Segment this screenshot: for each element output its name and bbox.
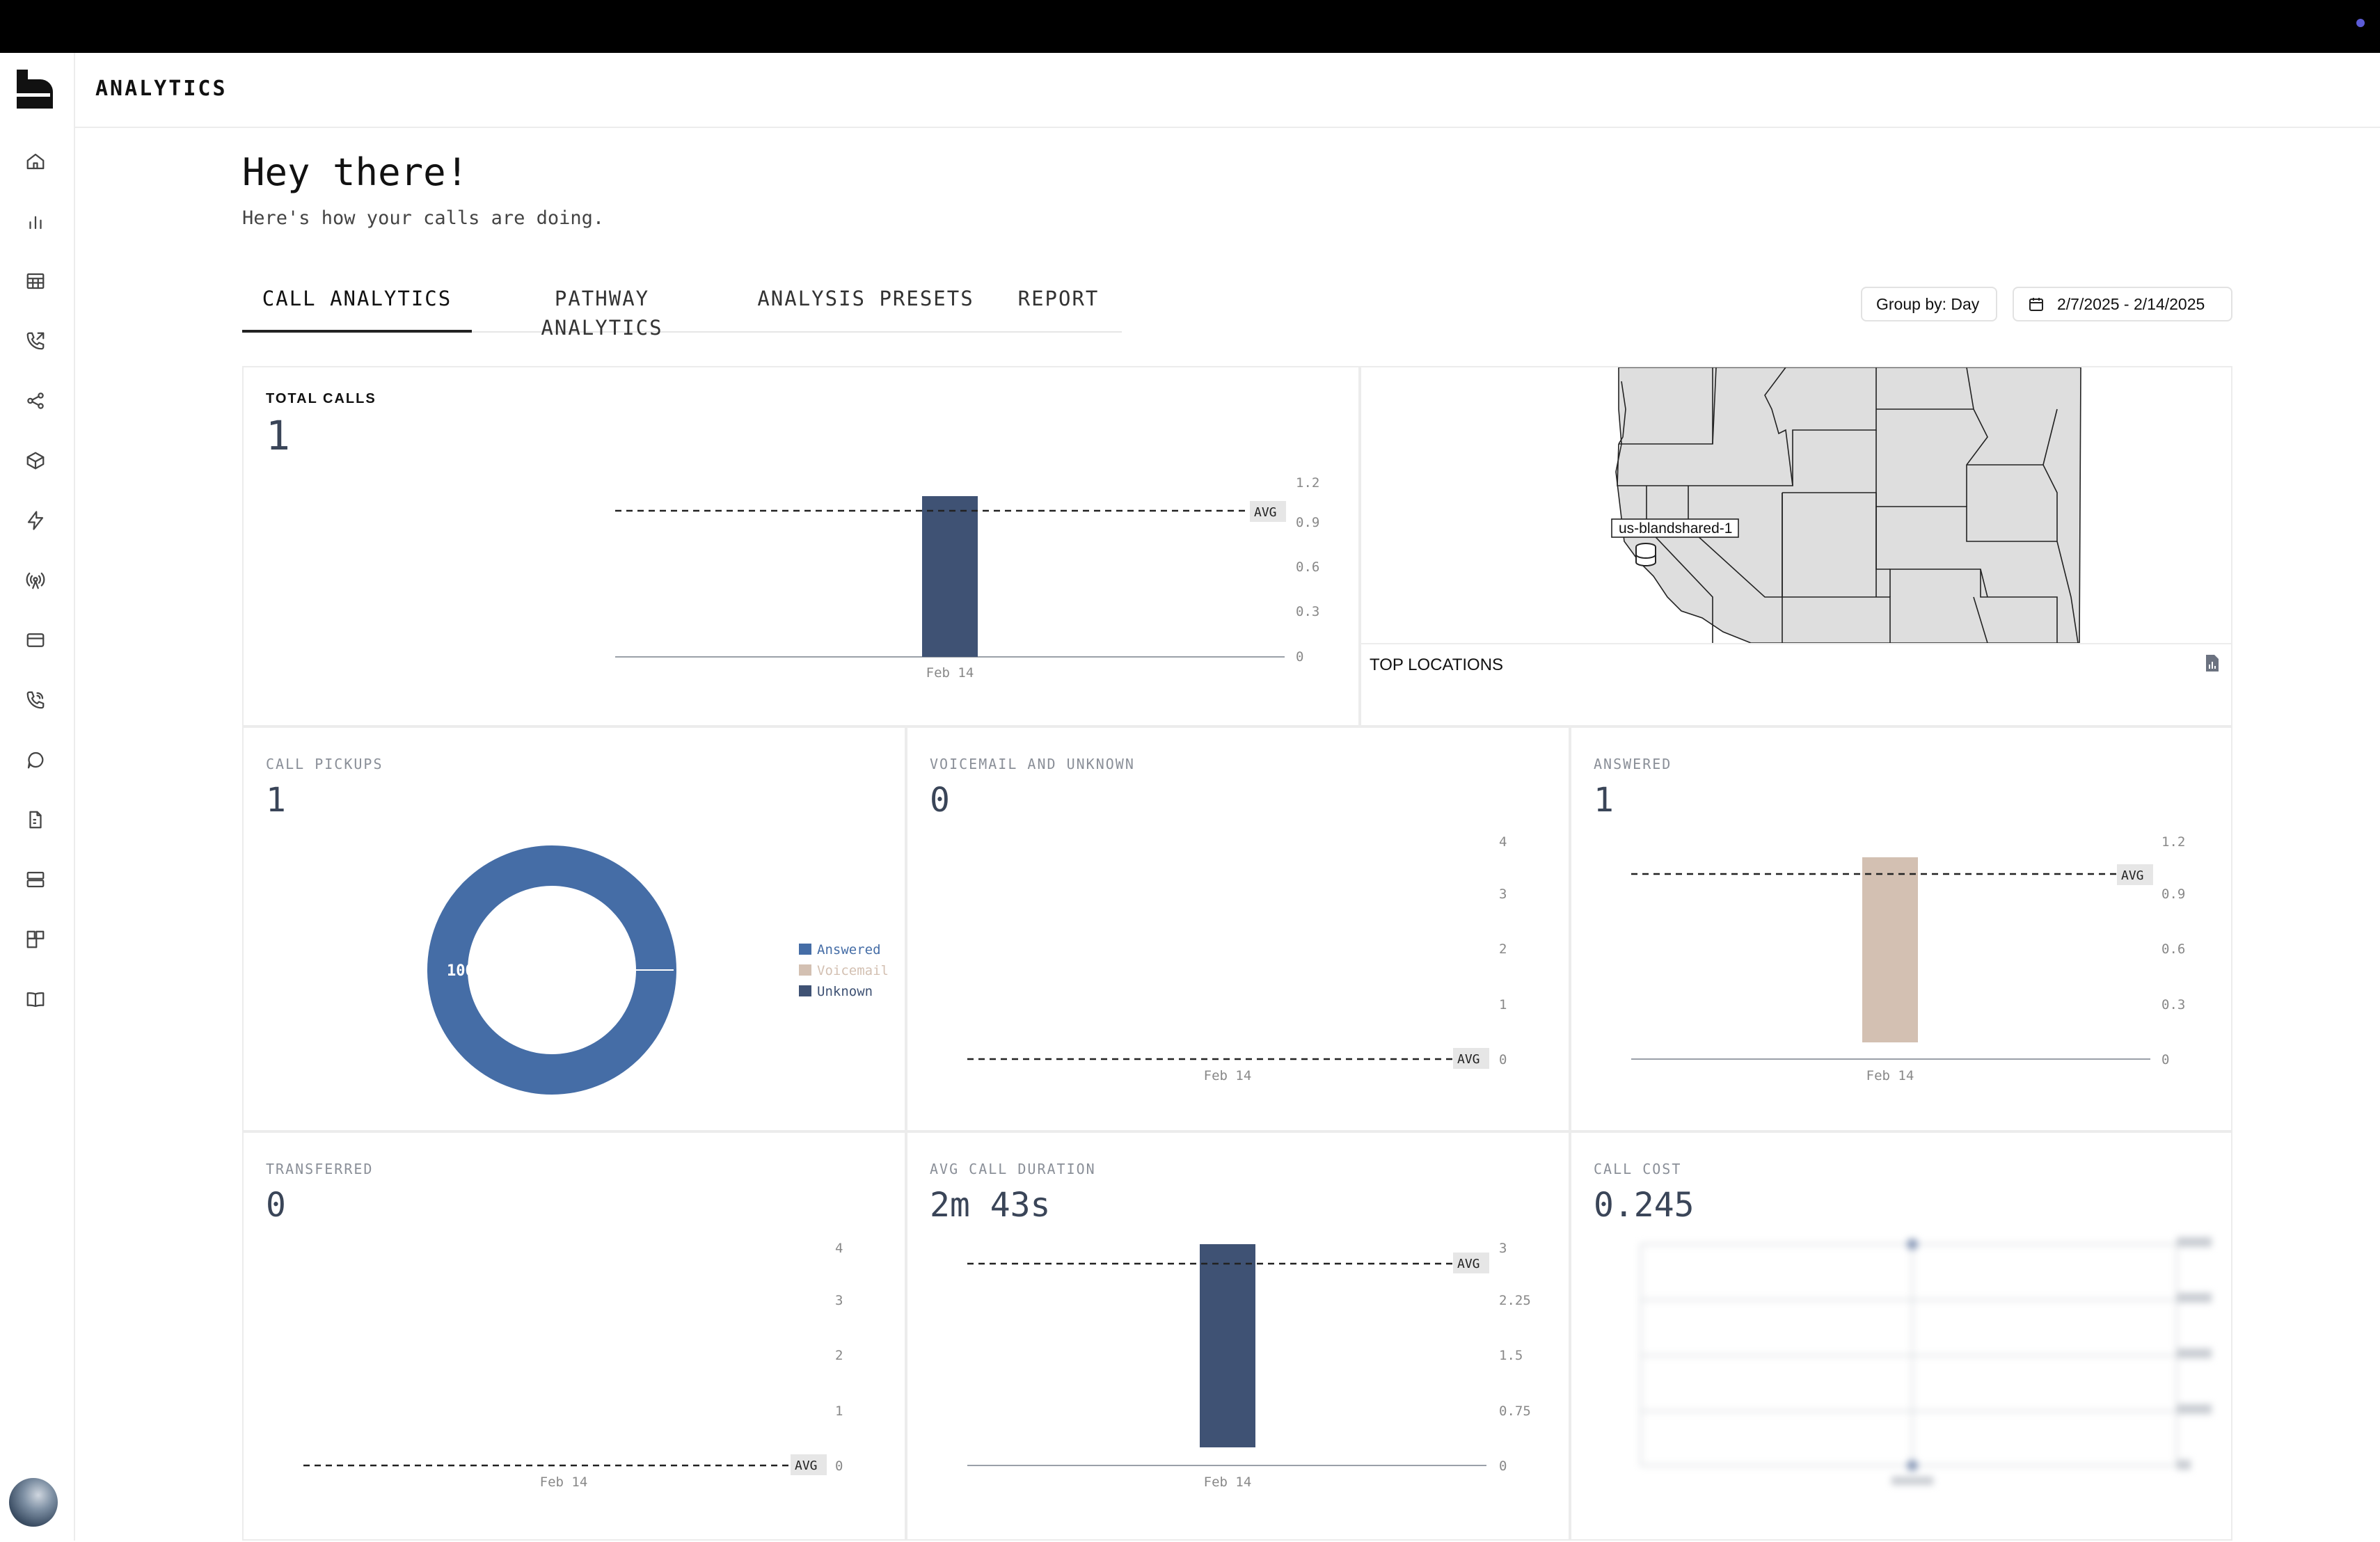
x-tick: Feb 14 [926,665,974,681]
x-tick: Feb 14 [1866,1068,1914,1083]
y-tick: 3 [835,1293,843,1308]
file-chart-icon[interactable] [2205,654,2220,672]
avg-label: AVG [1457,1257,1480,1271]
y-tick: 1.2 [1296,475,1319,491]
y-tick: 0 [2161,1052,2169,1067]
call-pickups-donut: 100% Answered Voicemail Unknown [427,845,889,1095]
server-icon[interactable] [22,866,49,893]
top-bar [0,0,2380,53]
tab-pathway-analytics[interactable]: PATHWAY ANALYTICS [487,284,717,340]
avg-label: AVG [1254,505,1277,520]
legend-unknown[interactable]: Unknown [817,984,873,999]
date-range-picker[interactable]: 2/7/2025 - 2/14/2025 [2013,287,2232,321]
greeting-subtitle: Here's how your calls are doing. [242,207,605,229]
analytics-tabs: CALL ANALYTICS PATHWAY ANALYTICS ANALYSI… [242,278,1122,340]
page-title: ANALYTICS [95,77,228,101]
y-tick: 0.3 [1296,604,1319,619]
answered-card: ANSWERED 1 AVG 1.2 0.9 0.6 0.3 0 Feb 14 [1570,726,2232,1131]
y-tick: 0 [1499,1052,1507,1067]
y-tick: 0 [1499,1458,1507,1474]
avg-label: AVG [795,1458,818,1473]
tab-analysis-presets[interactable]: ANALYSIS PRESETS [754,284,977,330]
y-tick: 0.6 [1296,559,1319,575]
total-calls-card: TOTAL CALLS 1 AVG 1.2 0.9 0.6 0.3 0 Feb … [242,366,1360,726]
total-calls-chart: AVG 1.2 0.9 0.6 0.3 0 Feb 14 [615,475,1319,681]
y-tick: 2 [835,1348,843,1363]
legend-swatch-voicemail [799,964,811,976]
answered-chart: AVG 1.2 0.9 0.6 0.3 0 Feb 14 [1631,834,2185,1083]
y-tick: 1.2 [2161,834,2185,850]
avg-label: AVG [1457,1052,1480,1067]
transferred-card: TRANSFERRED 0 AVG 4 3 2 1 0 Feb 14 [242,1131,906,1541]
bar-feb-14 [1200,1244,1255,1447]
y-tick: 0 [1296,649,1303,665]
x-tick: Feb 14 [540,1475,588,1490]
avg-call-duration-card: AVG CALL DURATION 2m 43s AVG 3 2.25 1.5 … [906,1131,1570,1541]
calendar-icon [2029,298,2043,311]
sidebar [0,53,75,1541]
database-marker-icon[interactable] [1635,543,1656,566]
box-icon[interactable] [22,447,49,475]
y-tick: 4 [1499,834,1507,850]
tab-report[interactable]: REPORT [1013,284,1104,330]
book-icon[interactable] [22,985,49,1013]
legend-swatch-answered [799,944,811,955]
bar-feb-14 [1862,857,1918,1042]
x-tick: Feb 14 [1204,1068,1252,1083]
us-map[interactable]: us-blandshared-1 [1361,367,2231,643]
call-pickups-card: CALL PICKUPS 1 100% Answered Voicemail U… [242,726,906,1131]
voicemail-unknown-chart: AVG 4 3 2 1 0 Feb 14 [967,834,1507,1083]
y-tick: 0.75 [1499,1404,1531,1419]
avg-label: AVG [2121,868,2144,883]
group-by-label: Group by: Day [1876,294,1980,313]
date-range-label: 2/7/2025 - 2/14/2025 [2057,294,2205,313]
y-tick: 0 [835,1458,843,1474]
y-tick: 3 [1499,887,1507,902]
slice-label: 100% [447,962,484,980]
y-tick: 0.3 [2161,997,2185,1012]
y-tick: 4 [835,1241,843,1256]
y-tick: 1 [835,1404,843,1419]
y-tick: 1.5 [1499,1348,1523,1363]
voicemail-unknown-card: VOICEMAIL AND UNKNOWN 0 AVG 4 3 2 1 0 Fe… [906,726,1570,1131]
legend-swatch-unknown [799,985,811,996]
avatar[interactable] [9,1478,58,1527]
x-tick: Feb 14 [1204,1475,1252,1490]
bar-feb-14 [922,496,978,657]
share-nodes-icon[interactable] [22,387,49,415]
greeting-title: Hey there! [242,150,469,194]
transferred-chart: AVG 4 3 2 1 0 Feb 14 [303,1241,843,1490]
legend-answered[interactable]: Answered [817,942,881,957]
location-marker-label: us-blandshared-1 [1619,520,1732,536]
call-cost-card: CALL COST 0.245 [1570,1131,2232,1541]
tab-call-analytics[interactable]: CALL ANALYTICS [242,284,472,333]
y-tick: 2.25 [1499,1293,1531,1308]
top-locations-label: TOP LOCATIONS [1370,655,1504,674]
widgets-icon[interactable] [22,925,49,953]
group-by-select[interactable]: Group by: Day [1861,287,1997,321]
chat-bubble-icon[interactable] [22,746,49,774]
home-icon[interactable] [22,148,49,175]
file-dashed-icon[interactable] [22,806,49,834]
y-tick: 2 [1499,941,1507,957]
y-tick: 3 [1499,1241,1507,1256]
avg-call-duration-chart: AVG 3 2.25 1.5 0.75 0 Feb 14 [967,1241,1531,1490]
y-tick: 1 [1499,997,1507,1012]
legend-voicemail[interactable]: Voicemail [817,963,889,978]
credit-card-icon[interactable] [22,626,49,654]
top-locations-card: us-blandshared-1 TOP LOCATIONS [1360,366,2232,726]
broadcast-icon[interactable] [22,566,49,594]
phone-outgoing-icon[interactable] [22,327,49,355]
call-cost-chart-blurred [1640,1237,2212,1485]
phone-incoming-icon[interactable] [22,686,49,714]
bolt-icon[interactable] [22,507,49,534]
status-dot [2356,19,2365,27]
y-tick: 0.6 [2161,941,2185,957]
app-header: ANALYTICS [75,53,2380,128]
table-icon[interactable] [22,267,49,295]
bar-chart-icon[interactable] [22,207,49,235]
y-tick: 0.9 [1296,515,1319,530]
y-tick: 0.9 [2161,887,2185,902]
brand-logo[interactable] [15,68,54,110]
